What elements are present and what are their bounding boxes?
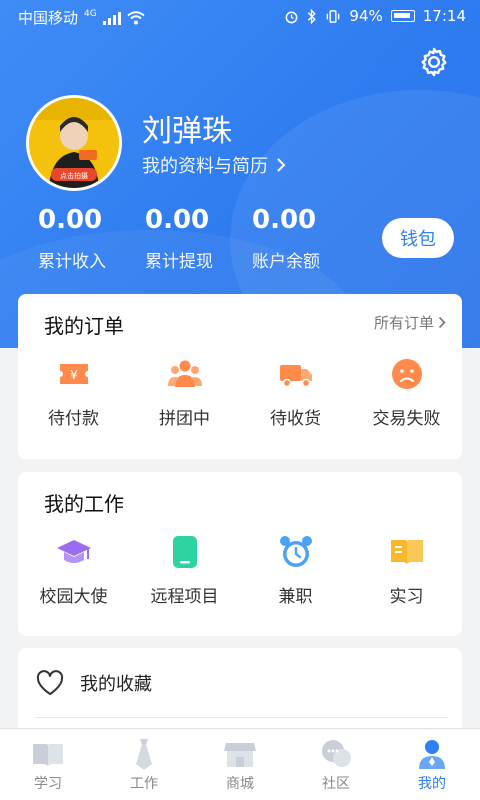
work-remote-project[interactable]: 远程项目 (129, 534, 240, 607)
work-internship[interactable]: 实习 (351, 534, 462, 607)
wifi-icon (127, 10, 145, 24)
work-title: 我的工作 (44, 492, 124, 516)
order-item-label: 待收货 (270, 409, 321, 429)
user-icon (419, 740, 445, 769)
all-orders-label: 所有订单 (373, 314, 434, 332)
nav-study[interactable]: 学习 (0, 729, 96, 800)
sad-face-icon (391, 359, 422, 389)
stat-label: 账户余额 (252, 252, 320, 272)
order-pending-payment[interactable]: ¥ 待付款 (18, 356, 129, 429)
stat-total-withdrawn[interactable]: 0.00 累计提现 (145, 205, 213, 272)
stat-value: 0.00 (252, 205, 317, 235)
orders-card: 我的订单 所有订单 ¥ 待付款 拼团中 待收货 交易失败 (18, 294, 462, 459)
work-item-label: 兼职 (278, 587, 313, 607)
avatar[interactable]: 点击拍摄 (26, 95, 122, 191)
avatar-badge-text: 点击拍摄 (60, 171, 88, 180)
store-icon (224, 743, 256, 767)
work-item-label: 远程项目 (150, 587, 219, 607)
alarm-icon (286, 11, 298, 23)
order-failed[interactable]: 交易失败 (351, 356, 462, 429)
book-icon (390, 540, 423, 564)
heart-icon (36, 670, 64, 695)
settings-gear-icon[interactable] (417, 45, 451, 79)
order-group-buying[interactable]: 拼团中 (129, 356, 240, 429)
battery-icon (390, 10, 415, 22)
svg-text:¥: ¥ (70, 368, 78, 382)
network-type: 4G (84, 8, 97, 19)
chat-bubbles-icon (322, 740, 351, 767)
nav-work[interactable]: 工作 (96, 729, 192, 800)
clock-time: 17:14 (422, 7, 466, 25)
carrier-name: 中国移动 (18, 9, 79, 27)
bottom-navigation: 学习 工作 商城 社区 我的 (0, 728, 480, 800)
nav-label: 我的 (418, 776, 446, 792)
nav-label: 商城 (226, 776, 254, 792)
profile-resume-label: 我的资料与简历 (142, 156, 268, 177)
alarm-clock-icon (279, 536, 312, 567)
chevron-right-icon (277, 158, 286, 172)
favorites-label: 我的收藏 (80, 674, 152, 695)
divider (36, 717, 448, 718)
battery-percent: 94% (349, 7, 383, 25)
nav-label: 学习 (34, 776, 62, 792)
stat-value: 0.00 (38, 205, 103, 235)
work-part-time[interactable]: 兼职 (240, 534, 351, 607)
work-card: 我的工作 校园大使 远程项目 兼职 实习 (18, 472, 462, 636)
stat-total-income[interactable]: 0.00 累计收入 (38, 205, 106, 272)
vibrate-icon (327, 9, 340, 23)
order-awaiting-delivery[interactable]: 待收货 (240, 356, 351, 429)
stat-label: 累计收入 (38, 252, 106, 272)
book-open-icon (33, 744, 63, 766)
profile-resume-link[interactable]: 我的资料与简历 (142, 152, 286, 178)
stat-value: 0.00 (145, 205, 210, 235)
signal-icon (102, 11, 121, 25)
phone-icon (172, 536, 197, 568)
nav-store[interactable]: 商城 (192, 729, 288, 800)
order-item-label: 拼团中 (159, 409, 210, 429)
nav-label: 工作 (130, 776, 158, 792)
tie-icon (136, 739, 152, 770)
group-people-icon (167, 360, 202, 387)
wallet-button[interactable]: 钱包 (382, 218, 454, 258)
orders-title: 我的订单 (44, 314, 124, 338)
nav-community[interactable]: 社区 (288, 729, 384, 800)
delivery-truck-icon (279, 365, 312, 388)
avatar-photo: 点击拍摄 (29, 98, 119, 188)
work-item-label: 实习 (389, 587, 424, 607)
order-item-label: 交易失败 (372, 409, 441, 429)
graduation-cap-icon (56, 540, 91, 563)
stat-label: 累计提现 (145, 252, 213, 272)
all-orders-link[interactable]: 所有订单 (374, 312, 446, 333)
work-item-label: 校园大使 (39, 587, 108, 607)
favorites-row[interactable]: 我的收藏 (36, 670, 152, 696)
payment-ticket-icon: ¥ (59, 364, 88, 384)
nav-mine[interactable]: 我的 (384, 729, 480, 800)
bluetooth-icon (308, 8, 317, 24)
chevron-right-icon (438, 316, 446, 329)
status-bar: 中国移动 4G 94% 17:14 (0, 0, 480, 34)
nav-label: 社区 (322, 776, 350, 792)
stat-account-balance[interactable]: 0.00 账户余额 (252, 205, 320, 272)
order-item-label: 待付款 (48, 409, 99, 429)
username: 刘弹珠 (142, 114, 232, 149)
work-campus-ambassador[interactable]: 校园大使 (18, 534, 129, 607)
